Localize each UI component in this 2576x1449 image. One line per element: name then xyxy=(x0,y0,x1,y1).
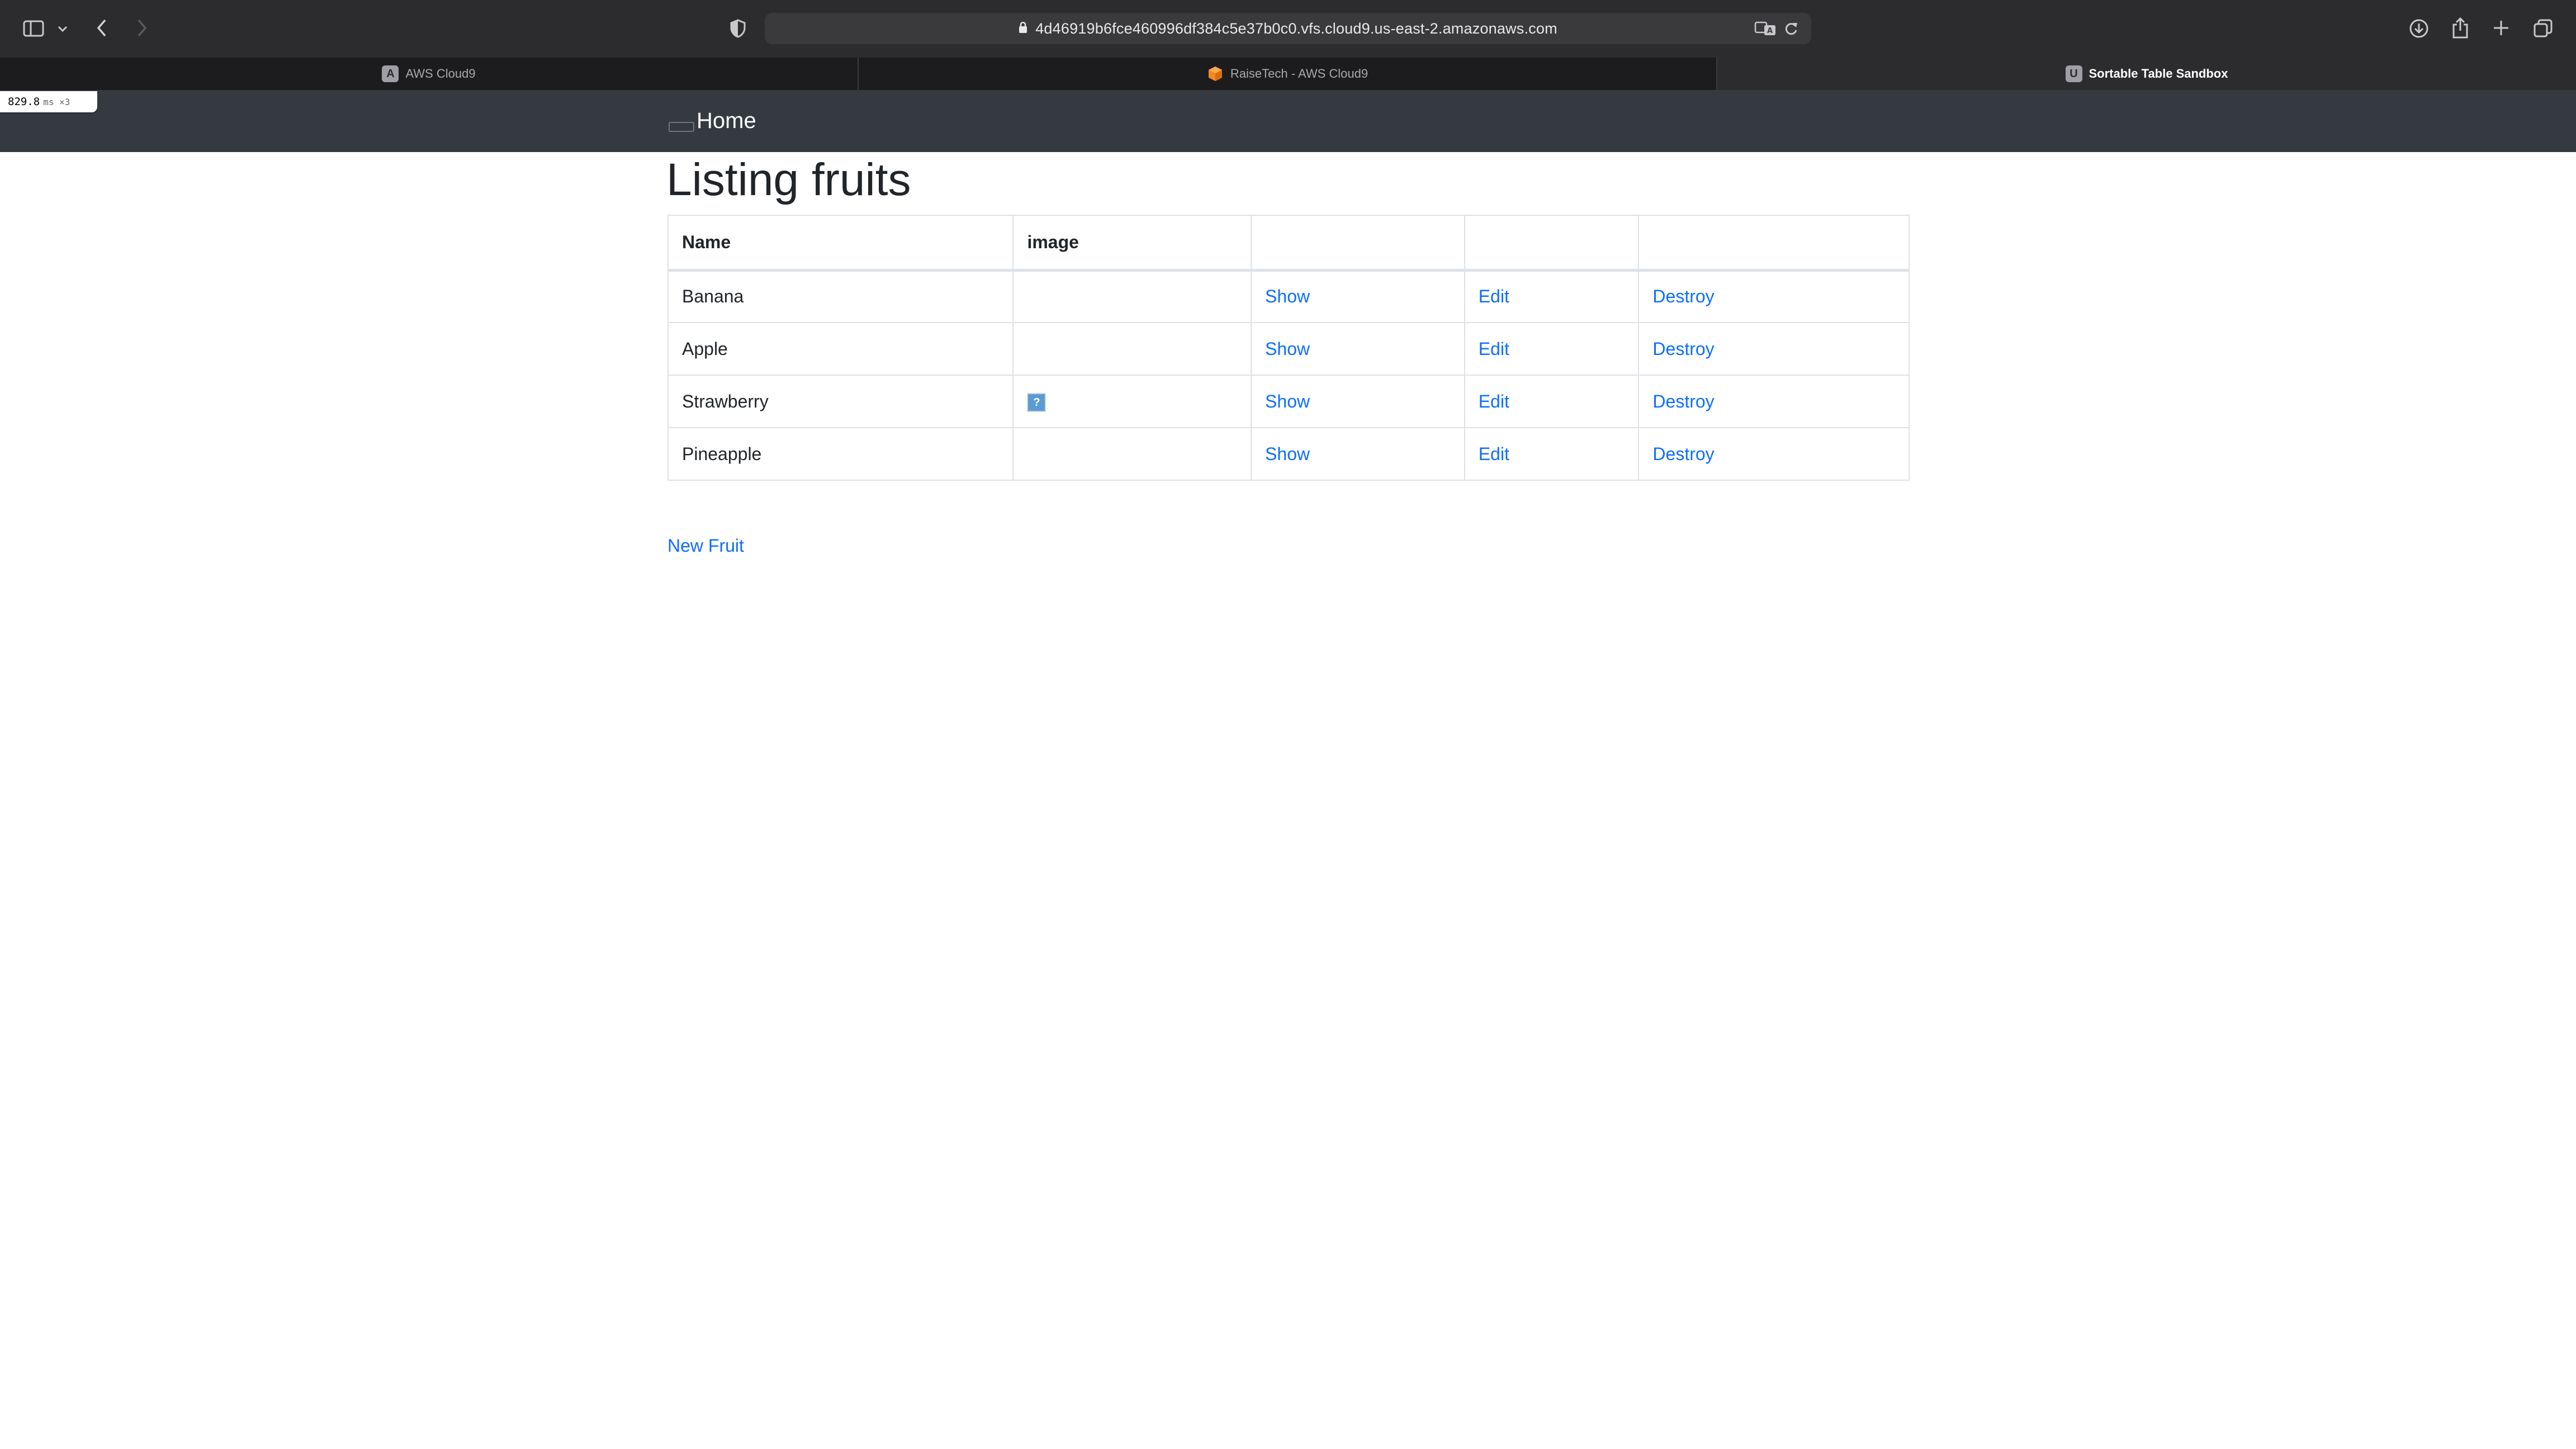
header-name: Name xyxy=(667,215,1014,272)
table-row: Apple Show Edit Destroy xyxy=(667,322,1910,376)
svg-text:A: A xyxy=(1767,27,1773,35)
chevron-down-icon[interactable] xyxy=(55,21,70,37)
fruit-name: Strawberry xyxy=(667,375,1014,428)
destroy-link[interactable]: Destroy xyxy=(1652,444,1714,464)
new-fruit-link[interactable]: New Fruit xyxy=(667,536,744,556)
new-tab-icon[interactable] xyxy=(2491,18,2511,38)
tab-overview-icon[interactable] xyxy=(2532,18,2554,39)
fruit-name: Apple xyxy=(667,322,1014,376)
fruit-image-cell xyxy=(1012,427,1252,481)
privacy-shield-icon[interactable] xyxy=(728,18,748,39)
tab-bar: A AWS Cloud9 RaiseTech - AWS Cloud9 U So… xyxy=(0,58,2576,90)
tab-aws-cloud9[interactable]: A AWS Cloud9 xyxy=(0,58,859,90)
url-text: 4d46919b6fce460996df384c5e37b0c0.vfs.clo… xyxy=(1035,20,1557,37)
translate-icon[interactable]: A xyxy=(1754,20,1777,37)
lock-icon xyxy=(1019,20,1027,37)
perf-value: 829.8 xyxy=(8,96,40,108)
destroy-link[interactable]: Destroy xyxy=(1652,286,1714,306)
header-destroy xyxy=(1638,215,1910,272)
share-icon[interactable] xyxy=(2450,16,2471,40)
table-row: Pineapple Show Edit Destroy xyxy=(667,427,1910,481)
browser-toolbar: 4d46919b6fce460996df384c5e37b0c0.vfs.clo… xyxy=(0,0,2576,58)
fruit-image-cell xyxy=(1012,322,1252,376)
aws-cloud9-favicon-icon: A xyxy=(382,65,399,82)
navbar-toggler-icon[interactable] xyxy=(669,122,694,132)
fruit-name: Pineapple xyxy=(667,427,1014,481)
broken-image-icon: ? xyxy=(1027,392,1046,412)
tab-label: Sortable Table Sandbox xyxy=(2089,67,2228,80)
header-show xyxy=(1251,215,1465,272)
show-link[interactable]: Show xyxy=(1265,286,1310,306)
perf-badge: 829.8 ms ×3 xyxy=(0,91,97,112)
sandbox-favicon-icon: U xyxy=(2065,65,2082,82)
show-link[interactable]: Show xyxy=(1265,391,1310,411)
fruit-image-cell xyxy=(1012,269,1252,323)
forward-icon[interactable] xyxy=(132,17,152,39)
site-navbar: Home xyxy=(0,90,2576,152)
tab-sortable-table-sandbox[interactable]: U Sortable Table Sandbox xyxy=(1717,58,2576,90)
edit-link[interactable]: Edit xyxy=(1479,391,1509,411)
edit-link[interactable]: Edit xyxy=(1479,286,1509,306)
show-link[interactable]: Show xyxy=(1265,339,1310,359)
home-link[interactable]: Home xyxy=(697,107,756,135)
tab-label: RaiseTech - AWS Cloud9 xyxy=(1230,67,1368,80)
destroy-link[interactable]: Destroy xyxy=(1652,391,1714,411)
perf-unit: ms ×3 xyxy=(43,96,70,107)
tab-label: AWS Cloud9 xyxy=(405,67,476,80)
address-bar[interactable]: 4d46919b6fce460996df384c5e37b0c0.vfs.clo… xyxy=(765,13,1811,44)
page-title: Listing fruits xyxy=(666,154,911,205)
table-header-row: Name image xyxy=(667,215,1910,272)
fruits-table: Name image Banana Show Edit Destroy Appl… xyxy=(667,215,1910,481)
reload-icon[interactable] xyxy=(1782,20,1800,37)
table-row: Banana Show Edit Destroy xyxy=(667,269,1910,323)
edit-link[interactable]: Edit xyxy=(1479,444,1509,464)
sidebar-toggle-icon[interactable] xyxy=(22,19,45,38)
edit-link[interactable]: Edit xyxy=(1479,339,1509,359)
destroy-link[interactable]: Destroy xyxy=(1652,339,1714,359)
cube-icon xyxy=(1207,65,1224,82)
header-image: image xyxy=(1012,215,1252,272)
downloads-icon[interactable] xyxy=(2408,18,2430,39)
header-edit xyxy=(1464,215,1640,272)
tab-raisetech-aws-cloud9[interactable]: RaiseTech - AWS Cloud9 xyxy=(859,58,1717,90)
show-link[interactable]: Show xyxy=(1265,444,1310,464)
back-icon[interactable] xyxy=(92,17,112,39)
fruit-name: Banana xyxy=(667,269,1014,323)
fruit-image-cell: ? xyxy=(1012,375,1252,428)
table-row: Strawberry ? Show Edit Destroy xyxy=(667,375,1910,428)
